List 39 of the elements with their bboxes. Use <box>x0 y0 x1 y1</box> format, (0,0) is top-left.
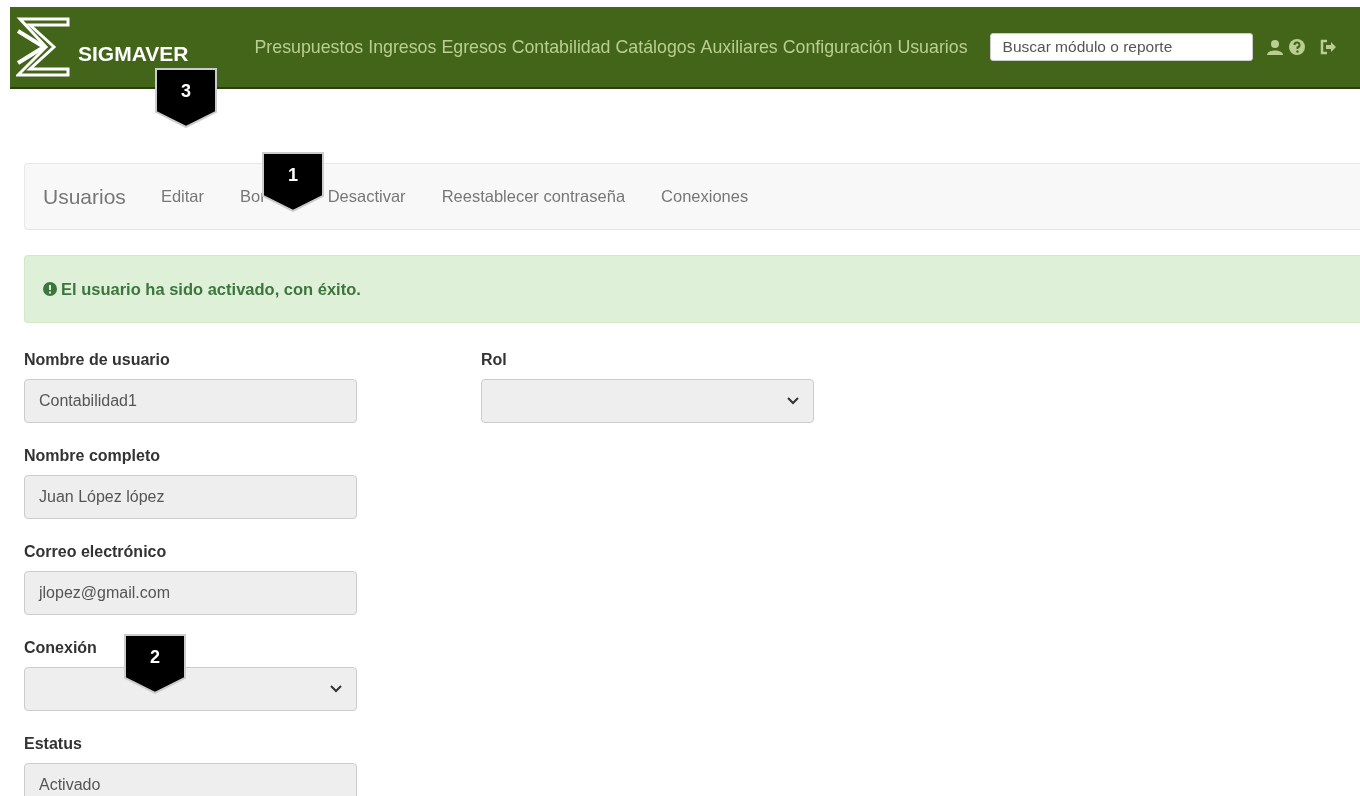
chevron-down-icon <box>330 685 342 693</box>
field-label: Nombre de usuario <box>24 351 170 369</box>
brand-name: SIGMAVER <box>78 42 189 66</box>
menu-link[interactable]: Auxiliares <box>700 36 778 58</box>
help-icon[interactable] <box>1288 39 1305 55</box>
logout-icon[interactable] <box>1318 39 1337 55</box>
menu-link[interactable]: Catálogos <box>615 36 696 58</box>
menu-link[interactable]: Egresos <box>441 36 507 58</box>
field-label: Conexión <box>24 639 97 657</box>
select-field[interactable] <box>24 667 357 711</box>
nav-link[interactable]: Editar <box>160 187 204 206</box>
user-icon[interactable] <box>1266 39 1283 55</box>
field-label: Rol <box>481 351 507 369</box>
text-field[interactable]: Activado <box>24 763 357 796</box>
menu-link[interactable]: Usuarios <box>897 36 968 58</box>
field-label: Nombre completo <box>24 447 160 465</box>
menu-link[interactable]: Configuración <box>782 36 893 58</box>
callout-number-label: 2 <box>149 647 161 668</box>
nav-link[interactable]: Reestablecer contraseña <box>441 187 626 206</box>
section-title[interactable]: Usuarios <box>43 184 126 209</box>
search-field[interactable]: Buscar módulo o reporte <box>989 33 1253 61</box>
callout-number-label: 3 <box>180 81 192 102</box>
callout-number-label: 1 <box>287 165 299 186</box>
nav-link[interactable]: Desactivar <box>327 187 406 206</box>
alert-message: El usuario ha sido activado, con éxito. <box>61 279 361 299</box>
text-field[interactable]: jlopez@gmail.com <box>24 571 357 615</box>
nav-link[interactable]: Bor <box>240 187 266 206</box>
select-field[interactable] <box>481 379 814 423</box>
text-field[interactable]: Contabilidad1 <box>24 379 357 423</box>
menu-link[interactable]: Ingresos <box>368 36 437 58</box>
callout-tooltip <box>155 68 217 128</box>
text-field[interactable]: Juan López lópez <box>24 475 357 519</box>
menu-link[interactable]: Presupuestos <box>254 36 364 58</box>
field-label: Correo electrónico <box>24 543 167 561</box>
exclamation-icon <box>43 282 57 296</box>
field-label: Estatus <box>24 735 82 753</box>
nav-link[interactable]: Conexiones <box>661 187 749 206</box>
chevron-down-icon <box>787 397 799 405</box>
menu-link[interactable]: Contabilidad <box>511 36 611 58</box>
